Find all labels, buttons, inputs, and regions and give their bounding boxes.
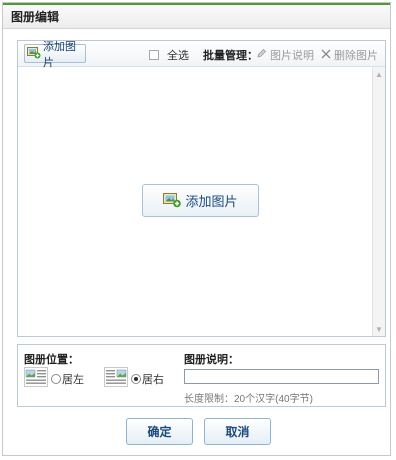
pencil-icon — [256, 48, 270, 62]
align-left-label: 居左 — [62, 373, 84, 386]
add-image-button[interactable]: 添加图片 — [24, 41, 86, 69]
add-image-large-label: 添加图片 — [185, 194, 238, 209]
align-left-radio[interactable] — [51, 373, 61, 384]
align-right-label: 居右 — [142, 373, 164, 386]
image-caption-button[interactable]: 图片说明 — [256, 47, 314, 63]
image-upload-panel: 添加图片 全选 批量管理： 图片说明 删除图片 添加图片 ▲ ▼ — [17, 40, 386, 337]
album-edit-dialog: 图册编辑 添加图片 全选 批量管理： 图片说明 删除图片 添加图片 ▲ ▼ 图册… — [2, 2, 391, 456]
add-image-icon — [27, 46, 41, 62]
confirm-button[interactable]: 确定 — [126, 418, 193, 445]
select-all-checkbox[interactable] — [149, 50, 159, 60]
dialog-title: 图册编辑 — [3, 3, 390, 29]
vertical-scrollbar[interactable]: ▲ ▼ — [372, 67, 385, 336]
batch-manage-label: 批量管理： — [203, 50, 258, 62]
length-limit-note: 长度限制：20个汉字(40字节) — [184, 394, 313, 405]
x-icon — [321, 49, 334, 62]
album-description-label: 图册说明： — [184, 354, 239, 366]
arrow-down-icon[interactable]: ▼ — [374, 323, 384, 335]
delete-image-button[interactable]: 删除图片 — [321, 47, 378, 63]
add-image-icon — [163, 191, 182, 211]
align-right-radio[interactable] — [131, 373, 141, 384]
align-right-layout-icon — [104, 367, 128, 390]
delete-image-label: 删除图片 — [334, 50, 378, 62]
image-toolbar: 添加图片 全选 批量管理： 图片说明 删除图片 — [18, 41, 385, 69]
select-all-label: 全选 — [167, 50, 189, 62]
align-right-option[interactable]: 居右 — [104, 367, 164, 390]
image-caption-label: 图片说明 — [270, 50, 314, 62]
select-all-option[interactable]: 全选 — [149, 47, 189, 63]
align-left-layout-icon — [24, 367, 48, 390]
album-position-label: 图册位置： — [24, 354, 79, 366]
album-description-input[interactable] — [184, 369, 379, 384]
cancel-button[interactable]: 取消 — [204, 418, 271, 445]
arrow-up-icon[interactable]: ▲ — [374, 68, 384, 80]
image-list-area: 添加图片 ▲ ▼ — [18, 67, 385, 336]
align-left-option[interactable]: 居左 — [24, 367, 84, 390]
add-image-large-button[interactable]: 添加图片 — [142, 184, 259, 217]
album-properties-panel: 图册位置： 居左 居右 图册说明： 长度限制：20个汉字(40字节) — [17, 344, 386, 407]
add-image-label: 添加图片 — [43, 40, 76, 69]
